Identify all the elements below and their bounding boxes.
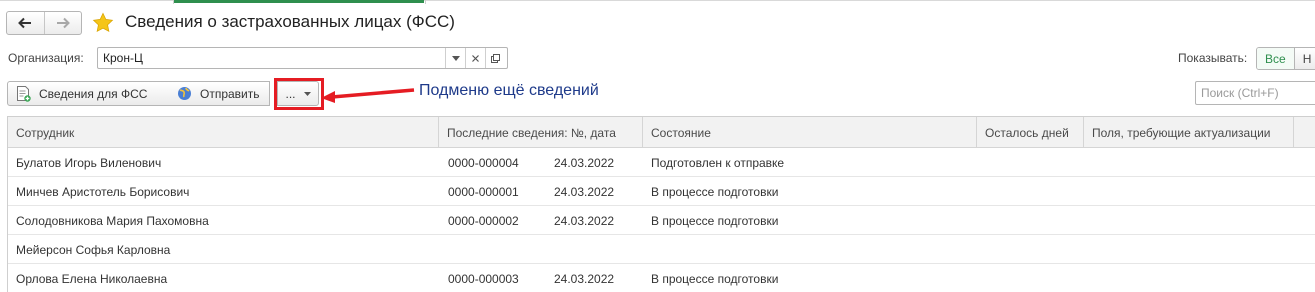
arrow-right-icon	[56, 17, 70, 29]
close-icon	[472, 54, 479, 62]
organization-value: Крон-Ц	[103, 51, 143, 65]
add-document-icon	[17, 85, 31, 102]
forward-button[interactable]	[43, 12, 82, 34]
info-number: 0000-000002	[448, 213, 519, 228]
clear-button[interactable]	[465, 48, 485, 68]
svedeniya-fss-label: Сведения для ФСС	[39, 86, 148, 101]
status-text: В процессе подготовки	[651, 184, 779, 199]
info-number: 0000-000001	[448, 184, 519, 199]
send-button[interactable]: Отправить	[169, 81, 270, 106]
column-days-left[interactable]: Осталось дней	[977, 117, 1084, 148]
dropdown-button[interactable]	[445, 48, 465, 68]
page-title: Сведения о застрахованных лицах (ФСС)	[125, 12, 455, 31]
info-date: 24.03.2022	[554, 184, 615, 199]
table-row[interactable]: Булатов Игорь Виленович 0000-000004 24.0…	[8, 148, 1315, 177]
info-date: 24.03.2022	[554, 155, 615, 170]
arrow-left-icon	[18, 17, 32, 29]
table-row[interactable]: Мейерсон Софья Карловна	[8, 235, 1315, 264]
search-field[interactable]	[1195, 81, 1315, 105]
open-window-icon	[491, 53, 500, 63]
show-filter-label: Показывать:	[1178, 51, 1248, 65]
table-row[interactable]: Солодовникова Мария Пахомовна 0000-00000…	[8, 206, 1315, 235]
status-text: В процессе подготовки	[651, 213, 779, 228]
send-label: Отправить	[200, 86, 260, 101]
info-date: 24.03.2022	[554, 271, 615, 286]
organization-field[interactable]: Крон-Ц	[97, 47, 508, 69]
navigation-buttons	[6, 11, 82, 35]
status-text: В процессе подготовки	[651, 271, 779, 286]
employee-name: Солодовникова Мария Пахомовна	[16, 213, 209, 228]
send-globe-icon	[178, 87, 191, 100]
column-fields-to-update[interactable]: Поля, требующие актуализации	[1084, 117, 1294, 148]
search-input[interactable]	[1196, 82, 1315, 104]
favorite-star-icon[interactable]	[92, 12, 114, 34]
annotation-highlight-box	[274, 78, 324, 110]
svedeniya-fss-button[interactable]: Сведения для ФСС	[7, 81, 170, 106]
active-tab-indicator	[174, 0, 424, 3]
column-last-info[interactable]: Последние сведения: №, дата	[439, 117, 643, 148]
show-option-all[interactable]: Все	[1257, 48, 1295, 69]
annotation-arrow-icon	[321, 88, 415, 103]
show-option-second[interactable]: Н	[1294, 48, 1315, 69]
employee-name: Булатов Игорь Виленович	[16, 155, 162, 170]
employee-name: Мейерсон Софья Карловна	[16, 242, 171, 257]
info-date: 24.03.2022	[554, 213, 615, 228]
status-text: Подготовлен к отправке	[651, 155, 785, 170]
employees-table: Сотрудник Последние сведения: №, дата Со…	[7, 116, 1315, 292]
employee-name: Орлова Елена Николаевна	[16, 271, 168, 286]
annotation-text: Подменю ещё сведений	[419, 82, 599, 99]
chevron-down-icon	[451, 55, 460, 61]
back-button[interactable]	[7, 12, 44, 34]
column-status[interactable]: Состояние	[643, 117, 977, 148]
open-button[interactable]	[485, 48, 505, 68]
organization-label: Организация:	[8, 51, 84, 65]
info-number: 0000-000003	[448, 271, 519, 286]
table-row[interactable]: Минчев Аристотель Борисович 0000-000001 …	[8, 177, 1315, 206]
info-number: 0000-000004	[448, 155, 519, 170]
table-header: Сотрудник Последние сведения: №, дата Со…	[8, 117, 1315, 148]
employee-name: Минчев Аристотель Борисович	[16, 184, 190, 199]
table-row[interactable]: Орлова Елена Николаевна 0000-000003 24.0…	[8, 264, 1315, 292]
column-employee[interactable]: Сотрудник	[8, 117, 439, 148]
top-tab-strip	[0, 0, 1315, 4]
show-filter-switch: Все Н	[1256, 47, 1315, 70]
